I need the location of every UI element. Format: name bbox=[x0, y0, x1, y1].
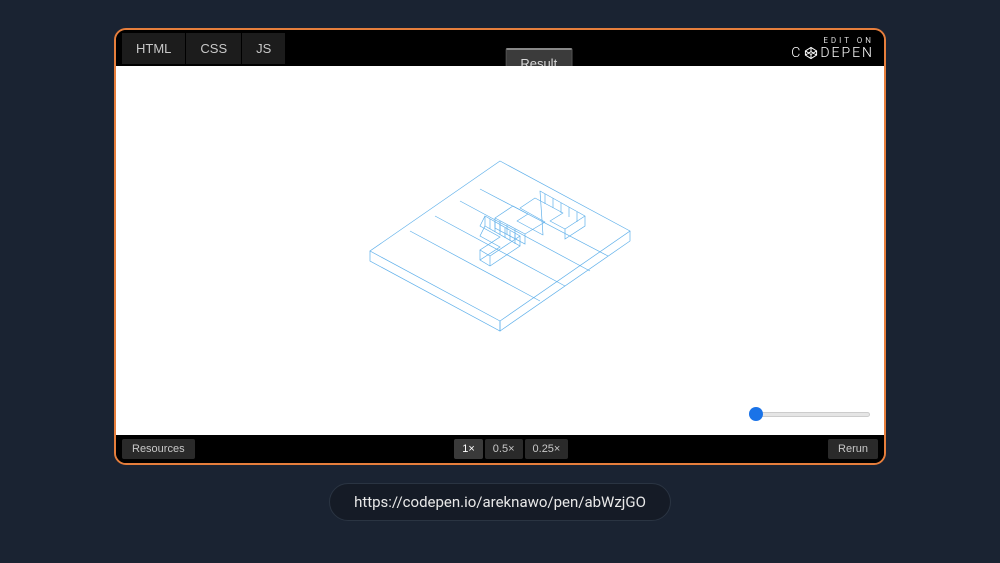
tab-css[interactable]: CSS bbox=[186, 33, 242, 64]
zoom-025x-button[interactable]: 0.25× bbox=[525, 439, 569, 459]
pen-url: https://codepen.io/areknawo/pen/abWzjGO bbox=[329, 483, 671, 521]
top-bar: HTML CSS JS Result EDIT ON C DEPEN bbox=[116, 30, 884, 66]
tab-js[interactable]: JS bbox=[242, 33, 286, 64]
resources-button[interactable]: Resources bbox=[122, 439, 195, 459]
preview-slider[interactable] bbox=[750, 407, 870, 421]
zoom-05x-button[interactable]: 0.5× bbox=[485, 439, 523, 459]
slider-thumb[interactable] bbox=[749, 407, 763, 421]
codepen-logo: C DEPEN bbox=[791, 46, 874, 60]
edit-on-label: EDIT ON bbox=[791, 37, 874, 45]
js-wireframe-tile bbox=[350, 141, 650, 361]
codepen-logo-text-after: DEPEN bbox=[820, 46, 874, 60]
codepen-logo-text-before: C bbox=[791, 46, 802, 60]
codepen-cube-icon bbox=[804, 46, 818, 60]
zoom-1x-button[interactable]: 1× bbox=[454, 439, 483, 459]
rerun-button[interactable]: Rerun bbox=[828, 439, 878, 459]
codepen-brand-link[interactable]: EDIT ON C DEPEN bbox=[791, 37, 874, 60]
slider-track bbox=[750, 412, 870, 417]
codepen-embed-frame: HTML CSS JS Result EDIT ON C DEPEN bbox=[114, 28, 886, 465]
preview-canvas bbox=[116, 66, 884, 435]
tab-html[interactable]: HTML bbox=[122, 33, 186, 64]
editor-tabs: HTML CSS JS bbox=[122, 33, 286, 64]
zoom-buttons: 1× 0.5× 0.25× bbox=[454, 439, 568, 459]
bottom-bar: Resources 1× 0.5× 0.25× Rerun bbox=[116, 435, 884, 463]
